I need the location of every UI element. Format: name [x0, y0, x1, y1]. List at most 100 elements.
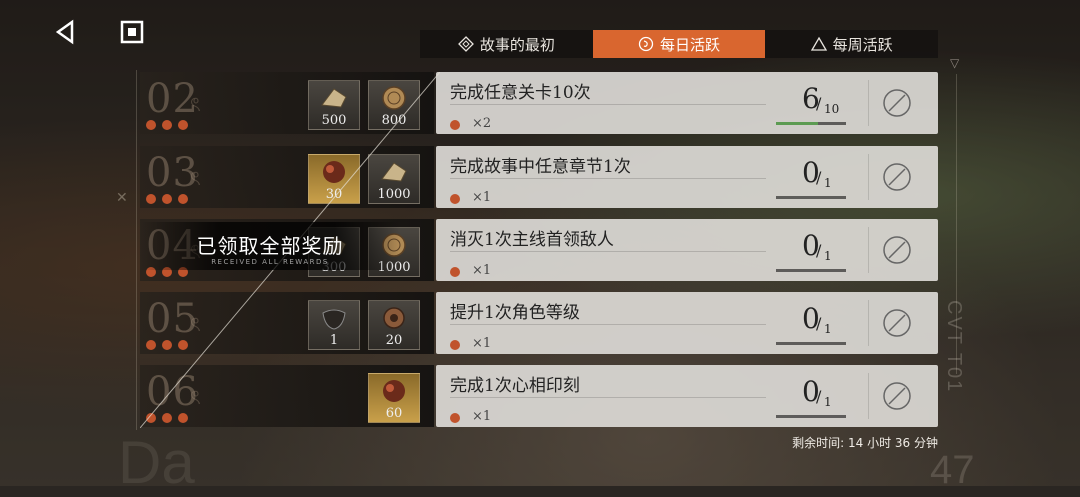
reward-count: 60	[385, 406, 403, 421]
decor-number: 47	[930, 448, 975, 492]
unavailable-icon	[883, 309, 911, 337]
decor-triangle-icon: ▽	[950, 56, 960, 70]
tab-story-label: 故事的最初	[479, 35, 555, 54]
progress-total: 1	[824, 322, 832, 336]
task-title: 提升1次角色等级	[450, 303, 580, 323]
unavailable-icon	[883, 236, 911, 264]
diamond-icon	[457, 36, 474, 52]
task-divider	[450, 251, 766, 252]
activity-point-icon	[450, 413, 460, 423]
task-title: 完成1次心相印刻	[450, 376, 580, 396]
home-button[interactable]	[118, 18, 146, 46]
task-reward-multiplier: ×2	[472, 116, 492, 131]
unavailable-icon	[883, 89, 911, 117]
task-progress: 0 / 1	[776, 152, 846, 192]
activity-point-icon	[450, 340, 460, 350]
gear-icon	[383, 307, 405, 329]
task-divider	[450, 178, 766, 179]
progress-bar-fill	[776, 122, 818, 125]
task-progress: 0 / 1	[776, 298, 846, 338]
task-reward-panel: 05 ৎ 1 20	[140, 292, 434, 354]
reward-count: 500	[321, 113, 347, 128]
tab-daily-label: 每日活跃	[660, 35, 721, 54]
task-divider	[450, 397, 766, 398]
reward-item[interactable]: 800	[368, 80, 420, 130]
task-status-button[interactable]	[882, 88, 912, 118]
status-divider	[868, 373, 869, 419]
task-progress: 0 / 1	[776, 371, 846, 411]
tab-weekly[interactable]: 每周活跃	[765, 30, 938, 58]
task-status-button[interactable]	[882, 381, 912, 411]
progress-separator: /	[816, 94, 822, 113]
reward-count: 20	[385, 333, 403, 348]
reward-item[interactable]: 30	[308, 154, 360, 204]
swirl-icon: ৎ	[190, 385, 201, 409]
swirl-icon: ৎ	[190, 166, 201, 190]
activity-point-icon	[450, 267, 460, 277]
task-reward-panel: 03 ৎ 30 1000	[140, 146, 434, 208]
progress-separator: /	[816, 387, 822, 406]
task-card[interactable]: 完成故事中任意章节1次 ×1 0 / 1	[436, 146, 938, 208]
progress-bar	[776, 269, 846, 272]
task-dots	[146, 340, 188, 350]
task-card[interactable]: 完成1次心相印刻 ×1 0 / 1	[436, 365, 938, 427]
reward-item[interactable]: 20	[368, 300, 420, 350]
task-card[interactable]: 消灭1次主线首领敌人 ×1 0 / 1	[436, 219, 938, 281]
task-reward-multiplier: ×1	[472, 190, 492, 205]
task-status-button[interactable]	[882, 162, 912, 192]
remaining-time: 剩余时间: 14 小时 36 分钟	[792, 436, 938, 450]
task-divider	[450, 324, 766, 325]
decor-line-left	[136, 70, 137, 430]
progress-separator: /	[816, 241, 822, 260]
claimed-all-text: 已领取全部奖励	[196, 234, 344, 258]
task-row: 03 ৎ 30 1000 完成故事中任意章节1次 ×1 0 / 1	[140, 146, 938, 208]
reward-item[interactable]: 1000	[368, 154, 420, 204]
task-card[interactable]: 提升1次角色等级 ×1 0 / 1	[436, 292, 938, 354]
task-dots	[146, 194, 188, 204]
unavailable-icon	[883, 163, 911, 191]
task-card[interactable]: 完成任意关卡10次 ×2 6 / 10	[436, 72, 938, 134]
tab-daily[interactable]: 每日活跃	[592, 30, 766, 58]
triangle-icon	[810, 36, 827, 51]
shard-icon	[381, 162, 407, 182]
reward-count: 1	[329, 333, 339, 348]
reward-count: 1000	[377, 187, 411, 202]
back-button[interactable]	[52, 18, 80, 46]
swirl-icon: ৎ	[190, 92, 201, 116]
progress-total: 1	[824, 395, 832, 409]
task-reward-multiplier: ×1	[472, 263, 492, 278]
orb-icon	[323, 161, 345, 183]
task-reward-panel: 02 ৎ 500 800	[140, 72, 434, 134]
task-title: 完成故事中任意章节1次	[450, 157, 631, 177]
circle-swirl-icon	[638, 36, 654, 52]
swirl-icon: ৎ	[190, 312, 201, 336]
claimed-all-banner: 已领取全部奖励 RECEIVED ALL REWARDS	[140, 222, 400, 270]
reward-count: 800	[381, 113, 407, 128]
tab-bar: 故事的最初 每日活跃 每周活跃	[420, 30, 938, 58]
mask-icon	[322, 309, 346, 330]
orb-icon	[383, 380, 405, 402]
task-title: 完成任意关卡10次	[450, 83, 591, 103]
progress-total: 1	[824, 176, 832, 190]
progress-separator: /	[816, 314, 822, 333]
activity-point-icon	[450, 194, 460, 204]
task-reward-panel: 06 ৎ 60	[140, 365, 434, 427]
task-dots	[146, 413, 188, 423]
reward-item[interactable]: 1	[308, 300, 360, 350]
tab-weekly-label: 每周活跃	[832, 35, 893, 54]
task-status-button[interactable]	[882, 235, 912, 265]
progress-bar	[776, 122, 846, 125]
shard-icon	[321, 88, 347, 108]
task-status-button[interactable]	[882, 308, 912, 338]
progress-bar	[776, 196, 846, 199]
reward-count: 30	[325, 187, 343, 202]
decor-x-icon: ✕	[116, 190, 128, 206]
task-reward-multiplier: ×1	[472, 336, 492, 351]
task-dots	[146, 120, 188, 130]
status-divider	[868, 227, 869, 273]
tab-story[interactable]: 故事的最初	[420, 30, 593, 58]
reward-item[interactable]: 60	[368, 373, 420, 423]
unavailable-icon	[883, 382, 911, 410]
reward-item[interactable]: 500	[308, 80, 360, 130]
decor-corner-text: Da	[118, 429, 195, 496]
